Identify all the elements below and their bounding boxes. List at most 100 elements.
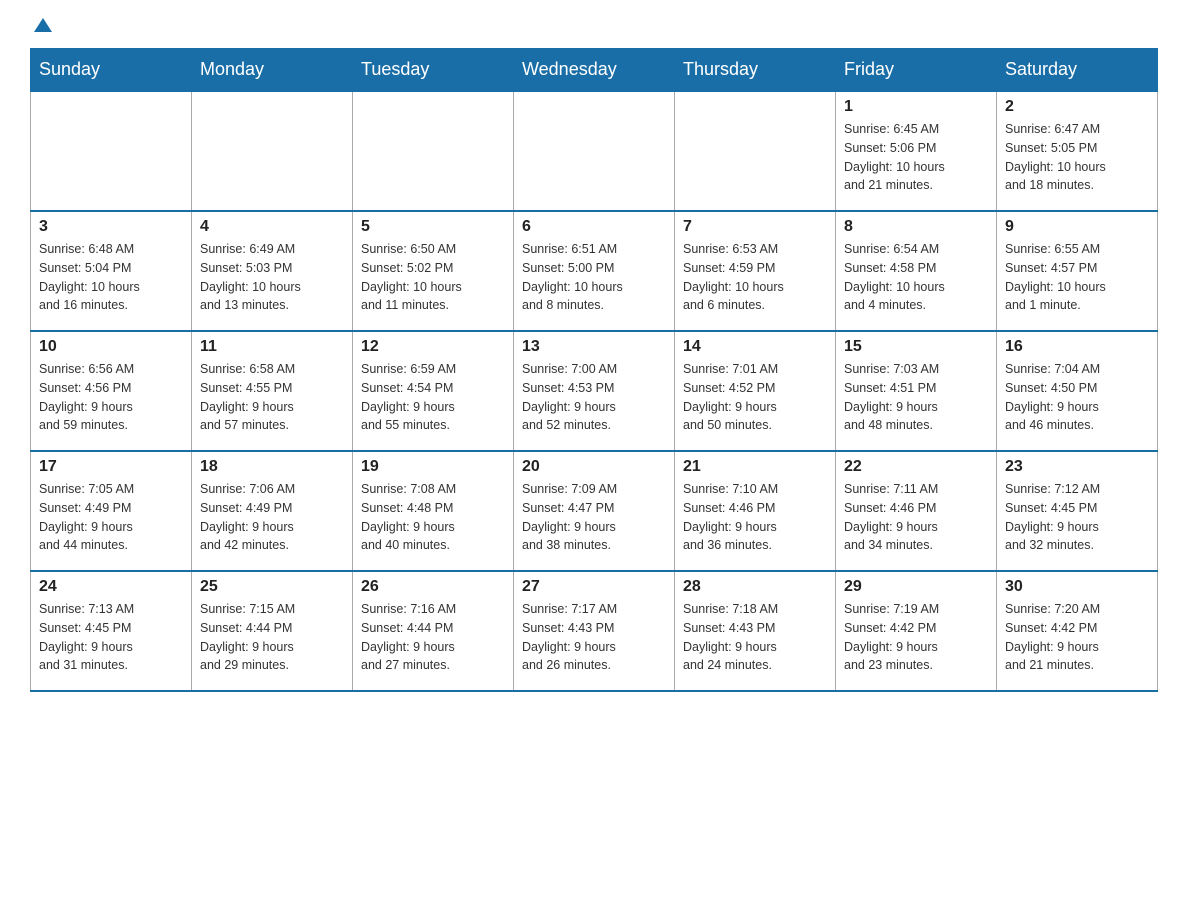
day-number: 24 xyxy=(39,578,183,596)
day-info: Sunrise: 7:01 AM Sunset: 4:52 PM Dayligh… xyxy=(683,360,827,435)
calendar-day-2: 2 Sunrise: 6:47 AM Sunset: 5:05 PM Daylig… xyxy=(997,91,1158,211)
day-number: 30 xyxy=(1005,578,1149,596)
day-info: Sunrise: 6:51 AM Sunset: 5:00 PM Dayligh… xyxy=(522,240,666,315)
day-number: 18 xyxy=(200,458,344,476)
day-info: Sunrise: 7:18 AM Sunset: 4:43 PM Dayligh… xyxy=(683,600,827,675)
day-number: 9 xyxy=(1005,218,1149,236)
logo-triangle-icon xyxy=(32,14,54,36)
day-number: 23 xyxy=(1005,458,1149,476)
day-number: 10 xyxy=(39,338,183,356)
day-info: Sunrise: 7:20 AM Sunset: 4:42 PM Dayligh… xyxy=(1005,600,1149,675)
calendar-week-row: 10 Sunrise: 6:56 AM Sunset: 4:56 PM Dayli… xyxy=(31,331,1158,451)
day-info: Sunrise: 7:16 AM Sunset: 4:44 PM Dayligh… xyxy=(361,600,505,675)
calendar-table: SundayMondayTuesdayWednesdayThursdayFrid… xyxy=(30,48,1158,692)
calendar-day-18: 18Sunrise: 7:06 AM Sunset: 4:49 PM Dayli… xyxy=(192,451,353,571)
calendar-day-28: 28 Sunrise: 7:18 AM Sunset: 4:43 PM Dayli… xyxy=(675,571,836,691)
day-number: 12 xyxy=(361,338,505,356)
day-info: Sunrise: 6:49 AM Sunset: 5:03 PM Dayligh… xyxy=(200,240,344,315)
calendar-day-13: 13Sunrise: 7:00 AM Sunset: 4:53 PM Dayli… xyxy=(514,331,675,451)
day-number: 25 xyxy=(200,578,344,596)
calendar-empty-cell xyxy=(514,91,675,211)
day-number: 19 xyxy=(361,458,505,476)
calendar-day-27: 27 Sunrise: 7:17 AM Sunset: 4:43 PM Dayli… xyxy=(514,571,675,691)
calendar-day-12: 12 Sunrise: 6:59 AM Sunset: 4:54 PM Dayli… xyxy=(353,331,514,451)
weekday-header-tuesday: Tuesday xyxy=(353,49,514,92)
day-info: Sunrise: 6:59 AM Sunset: 4:54 PM Dayligh… xyxy=(361,360,505,435)
calendar-day-1: 1 Sunrise: 6:45 AM Sunset: 5:06 PM Daylig… xyxy=(836,91,997,211)
day-number: 26 xyxy=(361,578,505,596)
day-info: Sunrise: 6:55 AM Sunset: 4:57 PM Dayligh… xyxy=(1005,240,1149,315)
day-info: Sunrise: 7:08 AM Sunset: 4:48 PM Dayligh… xyxy=(361,480,505,555)
calendar-day-8: 8 Sunrise: 6:54 AM Sunset: 4:58 PM Daylig… xyxy=(836,211,997,331)
calendar-day-4: 4 Sunrise: 6:49 AM Sunset: 5:03 PM Daylig… xyxy=(192,211,353,331)
day-number: 27 xyxy=(522,578,666,596)
calendar-day-3: 3 Sunrise: 6:48 AM Sunset: 5:04 PM Daylig… xyxy=(31,211,192,331)
calendar-day-22: 22 Sunrise: 7:11 AM Sunset: 4:46 PM Dayli… xyxy=(836,451,997,571)
day-info: Sunrise: 6:47 AM Sunset: 5:05 PM Dayligh… xyxy=(1005,120,1149,195)
day-number: 16 xyxy=(1005,338,1149,356)
day-info: Sunrise: 7:03 AM Sunset: 4:51 PM Dayligh… xyxy=(844,360,988,435)
day-number: 13 xyxy=(522,338,666,356)
day-info: Sunrise: 6:50 AM Sunset: 5:02 PM Dayligh… xyxy=(361,240,505,315)
calendar-day-19: 19 Sunrise: 7:08 AM Sunset: 4:48 PM Dayli… xyxy=(353,451,514,571)
weekday-header-sunday: Sunday xyxy=(31,49,192,92)
day-number: 15 xyxy=(844,338,988,356)
calendar-day-5: 5 Sunrise: 6:50 AM Sunset: 5:02 PM Daylig… xyxy=(353,211,514,331)
calendar-day-16: 16Sunrise: 7:04 AM Sunset: 4:50 PM Dayli… xyxy=(997,331,1158,451)
day-number: 2 xyxy=(1005,98,1149,116)
page-header xyxy=(30,20,1158,32)
weekday-header-thursday: Thursday xyxy=(675,49,836,92)
weekday-header-saturday: Saturday xyxy=(997,49,1158,92)
weekday-header-wednesday: Wednesday xyxy=(514,49,675,92)
calendar-day-7: 7 Sunrise: 6:53 AM Sunset: 4:59 PM Daylig… xyxy=(675,211,836,331)
day-number: 7 xyxy=(683,218,827,236)
day-info: Sunrise: 7:15 AM Sunset: 4:44 PM Dayligh… xyxy=(200,600,344,675)
calendar-week-row: 24 Sunrise: 7:13 AM Sunset: 4:45 PM Dayli… xyxy=(31,571,1158,691)
calendar-day-17: 17Sunrise: 7:05 AM Sunset: 4:49 PM Dayli… xyxy=(31,451,192,571)
day-info: Sunrise: 6:58 AM Sunset: 4:55 PM Dayligh… xyxy=(200,360,344,435)
day-number: 14 xyxy=(683,338,827,356)
day-number: 21 xyxy=(683,458,827,476)
day-number: 1 xyxy=(844,98,988,116)
day-number: 20 xyxy=(522,458,666,476)
weekday-header-monday: Monday xyxy=(192,49,353,92)
calendar-day-21: 21 Sunrise: 7:10 AM Sunset: 4:46 PM Dayli… xyxy=(675,451,836,571)
calendar-empty-cell xyxy=(192,91,353,211)
day-number: 11 xyxy=(200,338,344,356)
day-info: Sunrise: 7:13 AM Sunset: 4:45 PM Dayligh… xyxy=(39,600,183,675)
day-info: Sunrise: 7:12 AM Sunset: 4:45 PM Dayligh… xyxy=(1005,480,1149,555)
logo xyxy=(30,20,54,32)
day-info: Sunrise: 6:48 AM Sunset: 5:04 PM Dayligh… xyxy=(39,240,183,315)
calendar-day-6: 6 Sunrise: 6:51 AM Sunset: 5:00 PM Daylig… xyxy=(514,211,675,331)
calendar-day-30: 30 Sunrise: 7:20 AM Sunset: 4:42 PM Dayli… xyxy=(997,571,1158,691)
calendar-week-row: 17Sunrise: 7:05 AM Sunset: 4:49 PM Dayli… xyxy=(31,451,1158,571)
day-number: 8 xyxy=(844,218,988,236)
day-info: Sunrise: 6:56 AM Sunset: 4:56 PM Dayligh… xyxy=(39,360,183,435)
day-info: Sunrise: 6:45 AM Sunset: 5:06 PM Dayligh… xyxy=(844,120,988,195)
day-info: Sunrise: 7:19 AM Sunset: 4:42 PM Dayligh… xyxy=(844,600,988,675)
day-number: 3 xyxy=(39,218,183,236)
calendar-empty-cell xyxy=(31,91,192,211)
calendar-day-25: 25 Sunrise: 7:15 AM Sunset: 4:44 PM Dayli… xyxy=(192,571,353,691)
day-info: Sunrise: 7:17 AM Sunset: 4:43 PM Dayligh… xyxy=(522,600,666,675)
day-info: Sunrise: 6:53 AM Sunset: 4:59 PM Dayligh… xyxy=(683,240,827,315)
calendar-week-row: 1 Sunrise: 6:45 AM Sunset: 5:06 PM Daylig… xyxy=(31,91,1158,211)
day-info: Sunrise: 7:09 AM Sunset: 4:47 PM Dayligh… xyxy=(522,480,666,555)
day-number: 5 xyxy=(361,218,505,236)
day-number: 28 xyxy=(683,578,827,596)
day-number: 6 xyxy=(522,218,666,236)
calendar-day-15: 15 Sunrise: 7:03 AM Sunset: 4:51 PM Dayli… xyxy=(836,331,997,451)
calendar-empty-cell xyxy=(675,91,836,211)
day-number: 4 xyxy=(200,218,344,236)
day-info: Sunrise: 7:10 AM Sunset: 4:46 PM Dayligh… xyxy=(683,480,827,555)
calendar-day-14: 14 Sunrise: 7:01 AM Sunset: 4:52 PM Dayli… xyxy=(675,331,836,451)
calendar-day-26: 26 Sunrise: 7:16 AM Sunset: 4:44 PM Dayli… xyxy=(353,571,514,691)
day-number: 22 xyxy=(844,458,988,476)
calendar-day-23: 23 Sunrise: 7:12 AM Sunset: 4:45 PM Dayli… xyxy=(997,451,1158,571)
calendar-day-20: 20 Sunrise: 7:09 AM Sunset: 4:47 PM Dayli… xyxy=(514,451,675,571)
calendar-day-24: 24 Sunrise: 7:13 AM Sunset: 4:45 PM Dayli… xyxy=(31,571,192,691)
day-info: Sunrise: 7:11 AM Sunset: 4:46 PM Dayligh… xyxy=(844,480,988,555)
day-info: Sunrise: 6:54 AM Sunset: 4:58 PM Dayligh… xyxy=(844,240,988,315)
calendar-empty-cell xyxy=(353,91,514,211)
weekday-header-friday: Friday xyxy=(836,49,997,92)
